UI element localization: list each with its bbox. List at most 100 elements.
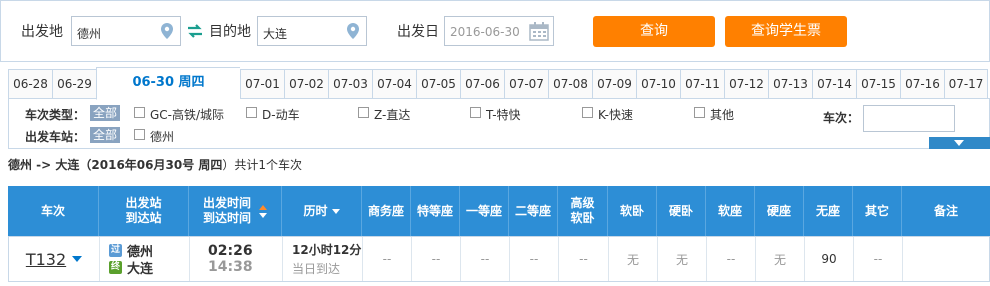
duration-value: 12小时12分 [292, 243, 362, 257]
location-pin-icon [161, 23, 173, 39]
cell-soft-sleeper: 无 [609, 237, 658, 281]
query-button[interactable]: 查询 [593, 16, 715, 47]
header-first: 一等座 [460, 186, 509, 236]
tab-date-2[interactable]: 06-30 周四 [96, 67, 240, 100]
type-other-label: 其他 [710, 108, 735, 122]
checkbox-other[interactable] [694, 107, 705, 118]
checkbox-d[interactable] [246, 107, 257, 118]
tab-date-6[interactable]: 07-04 [372, 69, 416, 99]
tab-date-17[interactable]: 07-15 [856, 69, 900, 99]
tab-date-18[interactable]: 07-16 [900, 69, 944, 99]
summary-route: 德州 -> 大连（ [8, 158, 92, 172]
checkbox-k[interactable] [582, 107, 593, 118]
location-pin-icon [347, 23, 359, 39]
checkbox-t[interactable] [470, 107, 481, 118]
filter-toggle-button[interactable] [929, 137, 990, 149]
pass-badge-icon: 过 [109, 244, 122, 257]
from-label: 出发地 [21, 24, 63, 40]
chevron-down-icon[interactable] [72, 256, 83, 262]
from-value: 德州 [77, 27, 102, 41]
tab-date-11[interactable]: 07-09 [592, 69, 636, 99]
tab-date-0[interactable]: 06-28 [8, 69, 52, 99]
tab-date-15[interactable]: 07-13 [768, 69, 812, 99]
tab-date-1[interactable]: 06-29 [52, 69, 96, 99]
header-time-depart: 出发时间 [202, 196, 251, 210]
date-label: 出发日 [397, 24, 439, 40]
header-times[interactable]: 出发时间 到达时间 [189, 186, 282, 236]
header-duration[interactable]: 历时 [282, 186, 362, 236]
cell-premium: -- [412, 237, 461, 281]
header-duration-label: 历时 [303, 203, 328, 218]
sort-up-icon[interactable] [259, 204, 267, 210]
date-input[interactable]: 2016-06-30 [444, 16, 554, 46]
cell-business: -- [363, 237, 412, 281]
tab-date-5[interactable]: 07-03 [328, 69, 372, 99]
train-number-input[interactable] [863, 105, 955, 132]
cell-times: 02:26 14:38 [190, 237, 283, 281]
header-station-arrive: 到达站 [125, 211, 162, 225]
header-second: 二等座 [509, 186, 558, 236]
table-row: T132 过德州 终大连 02:26 14:38 12小时12分 当日到达 --… [8, 236, 990, 282]
checkbox-z[interactable] [358, 107, 369, 118]
tab-date-3[interactable]: 07-01 [240, 69, 284, 99]
to-input[interactable]: 大连 [257, 16, 367, 46]
train-number-link[interactable]: T132 [26, 250, 66, 269]
header-no-seat-label: 无座 [815, 203, 840, 218]
type-gc-label: GC-高铁/城际 [150, 108, 225, 122]
header-other-label: 其它 [864, 203, 889, 218]
header-train: 车次 [8, 186, 99, 236]
station-dezhou-label: 德州 [150, 130, 175, 144]
checkbox-gc[interactable] [134, 107, 145, 118]
tab-date-10[interactable]: 07-08 [548, 69, 592, 99]
tab-date-7[interactable]: 07-05 [416, 69, 460, 99]
tab-date-13[interactable]: 07-11 [680, 69, 724, 99]
header-premium-label: 特等座 [416, 203, 453, 218]
cell-other: -- [854, 237, 903, 281]
tab-date-14[interactable]: 07-12 [724, 69, 768, 99]
header-high-soft: 高级 软卧 [558, 186, 608, 236]
tab-date-12[interactable]: 07-10 [636, 69, 680, 99]
tab-date-19[interactable]: 07-17 [944, 69, 988, 99]
sort-down-icon[interactable] [259, 212, 267, 218]
cell-stations: 过德州 终大连 [100, 237, 190, 281]
arrive-time: 14:38 [208, 259, 253, 275]
header-soft-seat-label: 软座 [717, 203, 742, 218]
date-tabs: 06-28 06-29 06-30 周四 07-01 07-02 07-03 07-04 07… [8, 67, 990, 100]
header-remark-label: 备注 [933, 203, 958, 218]
header-other: 其它 [853, 186, 902, 236]
checkbox-station-dezhou[interactable] [134, 129, 145, 140]
header-hard-seat: 硬座 [755, 186, 804, 236]
student-ticket-button[interactable]: 查询学生票 [725, 16, 847, 47]
cell-hard-sleeper: 无 [658, 237, 707, 281]
station-all-button[interactable]: 全部 [90, 127, 121, 143]
cell-high-soft: -- [559, 237, 609, 281]
to-value: 大连 [263, 27, 288, 41]
terminal-badge-icon: 终 [109, 261, 122, 274]
tab-date-8[interactable]: 07-06 [460, 69, 504, 99]
header-second-label: 二等座 [514, 203, 551, 218]
header-premium: 特等座 [411, 186, 460, 236]
cell-second: -- [510, 237, 559, 281]
date-value: 2016-06-30 [450, 25, 520, 39]
train-type-all-button[interactable]: 全部 [90, 105, 121, 121]
header-time-arrive: 到达时间 [202, 211, 251, 225]
from-input[interactable]: 德州 [71, 16, 181, 46]
train-type-label: 车次类型： [25, 108, 86, 122]
to-station: 大连 [127, 262, 154, 277]
summary-count: ）共计1个车次 [222, 158, 303, 172]
swap-arrows-icon[interactable] [187, 23, 203, 39]
tab-date-4[interactable]: 07-02 [284, 69, 328, 99]
tab-date-16[interactable]: 07-14 [812, 69, 856, 99]
cell-remark [903, 237, 989, 281]
header-remark: 备注 [902, 186, 990, 236]
header-hard-sleeper-label: 硬卧 [668, 203, 693, 218]
calendar-icon[interactable] [529, 22, 549, 41]
tab-date-9[interactable]: 07-07 [504, 69, 548, 99]
train-number-label: 车次： [823, 111, 860, 125]
header-stations: 出发站 到达站 [99, 186, 189, 236]
chevron-down-icon [954, 140, 964, 146]
header-high-soft-line1: 高级 [570, 196, 595, 210]
departure-station-label: 出发车站： [25, 130, 86, 144]
header-no-seat: 无座 [804, 186, 853, 236]
header-soft-sleeper-label: 软卧 [619, 203, 644, 218]
